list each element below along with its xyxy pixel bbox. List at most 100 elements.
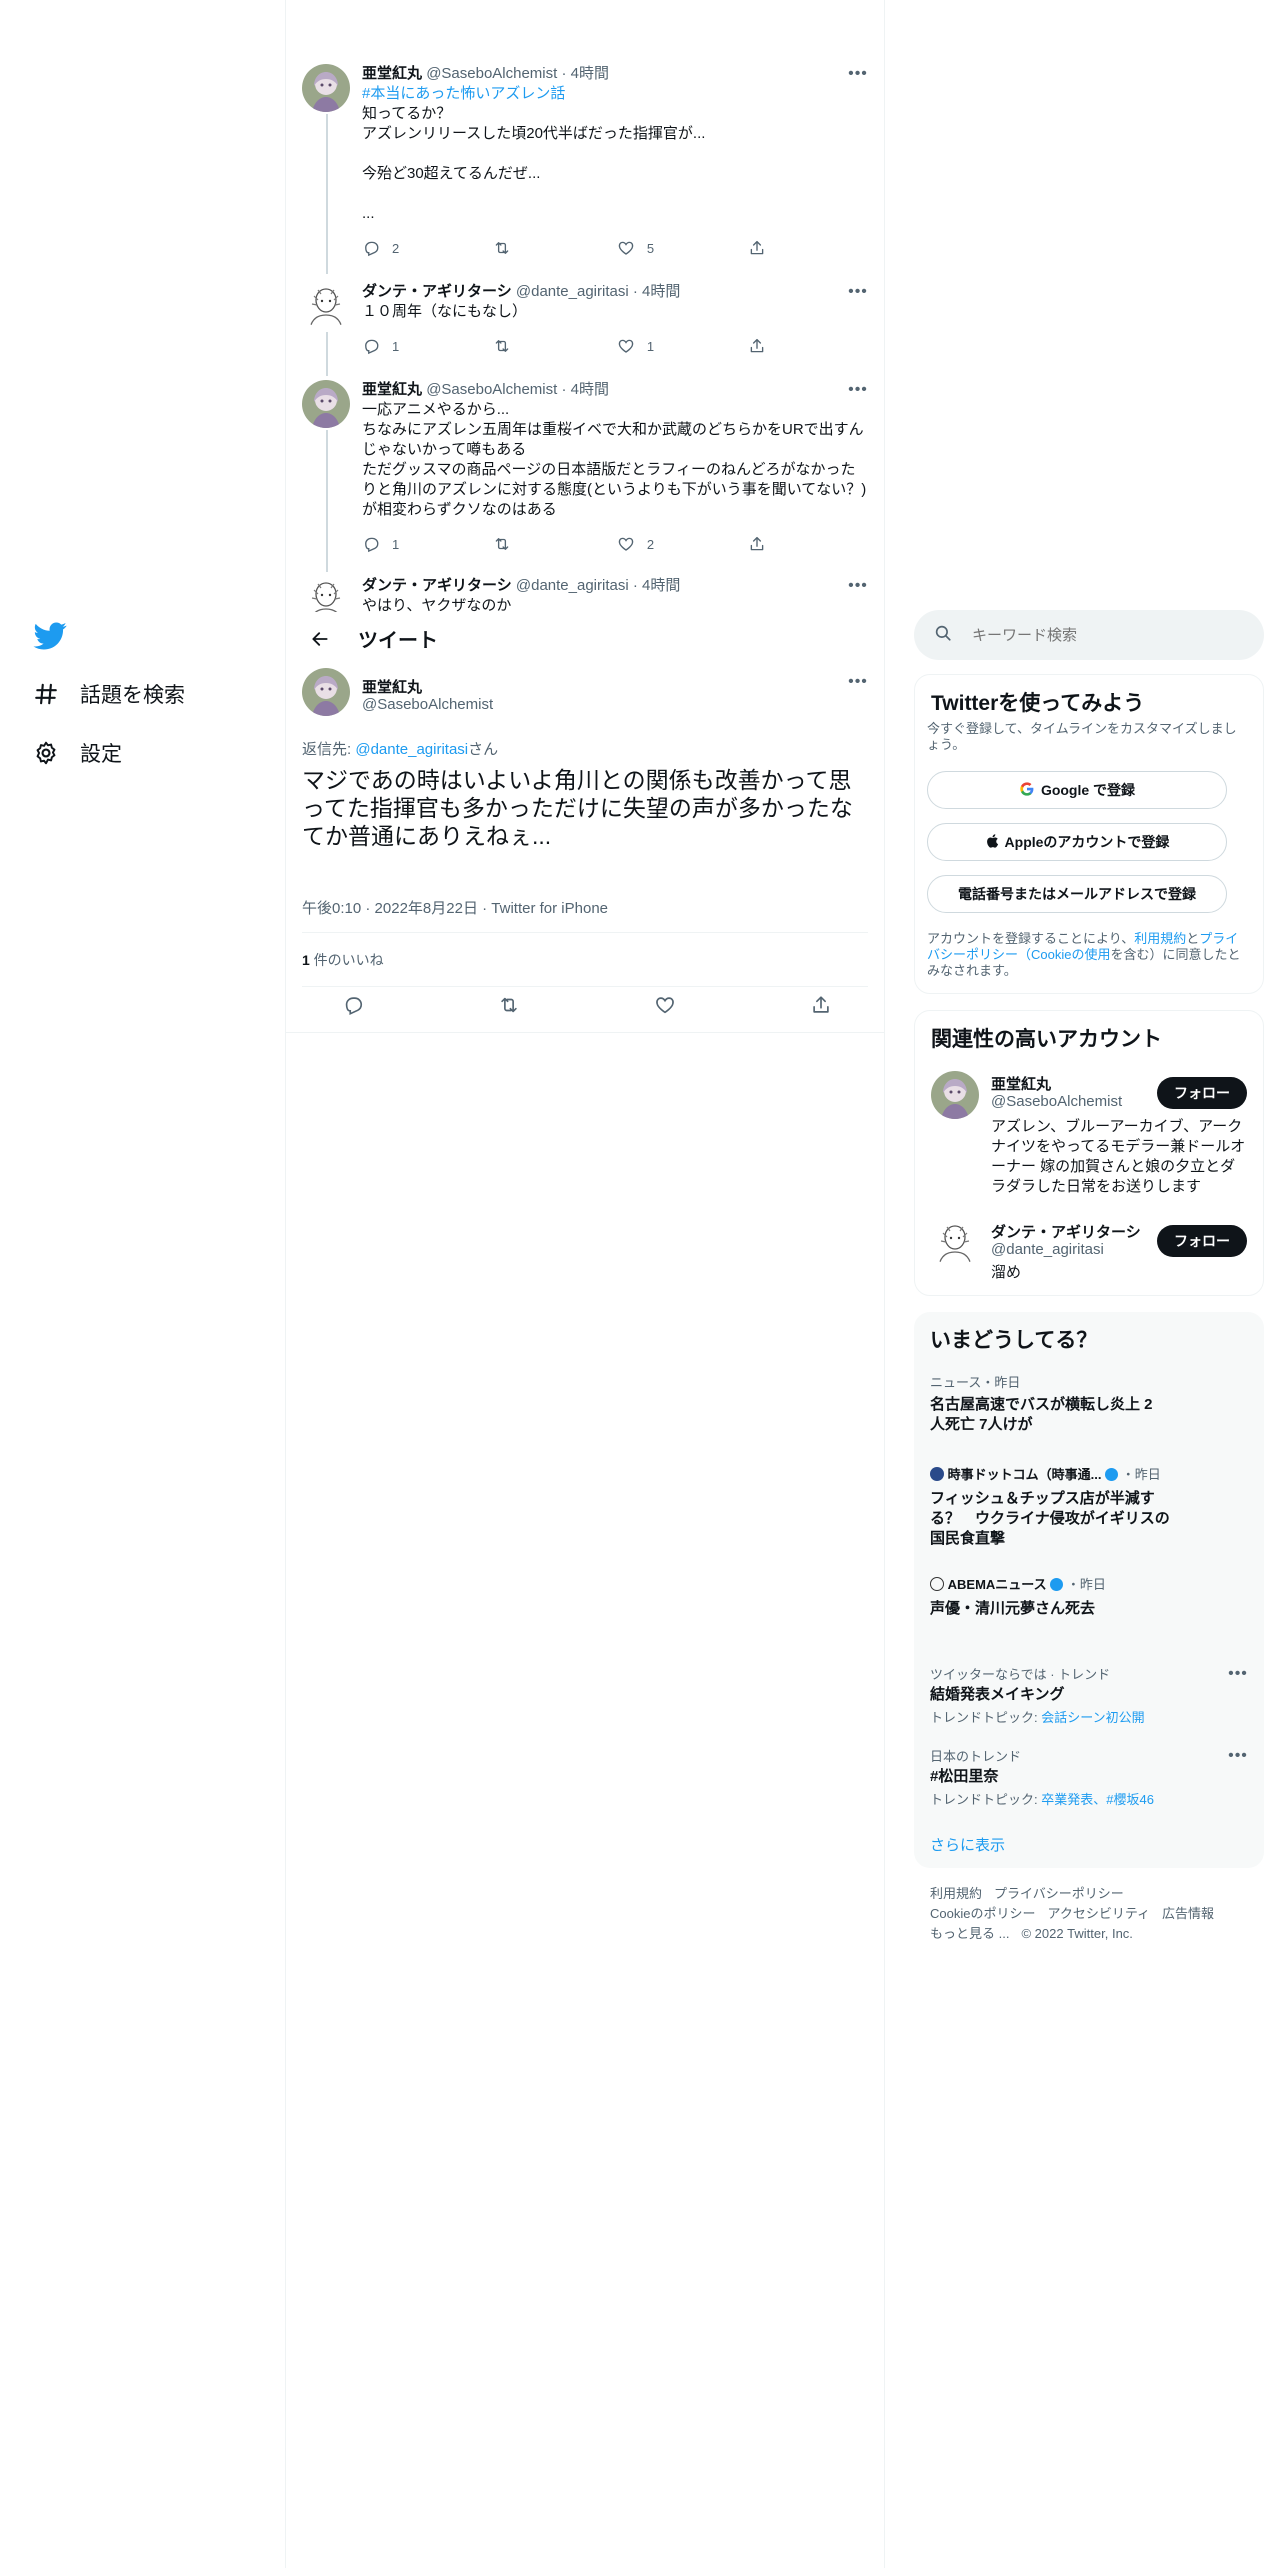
- tweet-hashtag[interactable]: #本当にあった怖いアズレン話: [362, 84, 868, 104]
- tweet-author-name[interactable]: 亜堂紅丸: [362, 381, 422, 398]
- show-more-link[interactable]: さらに表示: [930, 1834, 1005, 1855]
- tweet-author-name[interactable]: ダンテ・アギリターシ: [362, 577, 512, 594]
- phone-email-signup-button[interactable]: 電話番号またはメールアドレスで登録: [927, 875, 1227, 913]
- tweet-author-handle[interactable]: @SaseboAlchemist: [362, 696, 493, 713]
- more-icon[interactable]: •••: [848, 380, 868, 400]
- like-icon: [617, 337, 635, 355]
- avatar[interactable]: [931, 1071, 979, 1119]
- like-button[interactable]: 5: [617, 238, 654, 258]
- share-button[interactable]: [748, 238, 778, 258]
- retweet-button[interactable]: [493, 336, 523, 356]
- more-icon[interactable]: •••: [1228, 1746, 1248, 1766]
- avatar[interactable]: [302, 64, 350, 112]
- google-signup-label: Google で登録: [1040, 782, 1136, 798]
- account-handle[interactable]: @SaseboAlchemist: [991, 1093, 1122, 1110]
- trend-item[interactable]: ABEMAニュース ・昨日 声優・清川元夢さん死去: [930, 1574, 1230, 1619]
- avatar[interactable]: [302, 380, 350, 428]
- reply-button[interactable]: 2: [362, 238, 399, 258]
- account-name[interactable]: ダンテ・アギリターシ: [991, 1221, 1141, 1242]
- tweet-client[interactable]: Twitter for iPhone: [491, 900, 608, 917]
- avatar[interactable]: [302, 282, 350, 330]
- reply-count: 1: [392, 536, 400, 552]
- avatar[interactable]: [302, 668, 350, 716]
- reply-button[interactable]: [342, 994, 364, 1021]
- terms-text: と: [1186, 931, 1200, 946]
- retweet-icon: [498, 994, 520, 1016]
- more-icon[interactable]: •••: [848, 282, 868, 302]
- retweet-icon: [493, 535, 511, 553]
- share-button[interactable]: [748, 336, 778, 356]
- nav-explore[interactable]: 話題を検索: [32, 674, 185, 714]
- right-divider: [884, 0, 885, 2568]
- search-box[interactable]: [914, 610, 1264, 660]
- tweet-actions: 1 2: [362, 534, 778, 554]
- account-bio: 溜め: [991, 1264, 1022, 1281]
- trend-topic-link[interactable]: 卒業発表、#櫻坂46: [1041, 1792, 1154, 1807]
- trend-context: ツイッターならでは · トレンド: [930, 1667, 1111, 1682]
- tweet-time[interactable]: 午後0:10: [302, 900, 361, 917]
- tweet-time[interactable]: 4時間: [571, 65, 609, 82]
- reply-button[interactable]: 1: [362, 336, 399, 356]
- tweet-author-handle[interactable]: @dante_agiritasi: [516, 283, 629, 300]
- more-icon[interactable]: •••: [848, 576, 868, 596]
- apple-signup-button[interactable]: Appleのアカウントで登録: [927, 823, 1227, 861]
- share-icon: [748, 239, 766, 257]
- more-icon[interactable]: •••: [848, 672, 868, 692]
- retweet-button[interactable]: [493, 238, 523, 258]
- tweet-author-name[interactable]: 亜堂紅丸: [362, 65, 422, 82]
- search-input[interactable]: [970, 625, 1230, 645]
- like-button[interactable]: 2: [617, 534, 654, 554]
- like-icon: [617, 535, 635, 553]
- trend-topic-link[interactable]: 会話シーン初公開: [1041, 1710, 1144, 1725]
- tweet-author-handle[interactable]: @dante_agiritasi: [516, 577, 629, 594]
- trend-item[interactable]: ニュース・昨日 名古屋高速でバスが横転し炎上 2人死亡 7人けが: [930, 1372, 1160, 1435]
- avatar[interactable]: [302, 576, 350, 612]
- like-count: 1: [646, 338, 655, 354]
- verified-icon: [1105, 1468, 1119, 1481]
- retweet-button[interactable]: [498, 994, 520, 1021]
- account-handle[interactable]: @dante_agiritasi: [991, 1241, 1104, 1258]
- tweet-author-name[interactable]: ダンテ・アギリターシ: [362, 283, 512, 300]
- more-icon[interactable]: •••: [1228, 1664, 1248, 1684]
- follow-button[interactable]: フォロー: [1157, 1077, 1247, 1109]
- tweet-time[interactable]: 4時間: [642, 283, 680, 300]
- footer-link[interactable]: プライバシーポリシー: [994, 1886, 1124, 1901]
- trend-item[interactable]: 時事ドットコム（時事通... ・昨日 フィッシュ＆チップス店が半減する？ ウクラ…: [930, 1464, 1170, 1549]
- tweet-time[interactable]: 4時間: [571, 381, 609, 398]
- footer-link[interactable]: 利用規約: [930, 1886, 982, 1901]
- follow-button[interactable]: フォロー: [1157, 1225, 1247, 1257]
- footer-link[interactable]: もっと見る ...: [930, 1926, 1009, 1941]
- trend-title: 声優・清川元夢さん死去: [930, 1600, 1096, 1617]
- tweet-date[interactable]: 2022年8月22日: [375, 900, 478, 917]
- tweet-time[interactable]: 4時間: [642, 577, 680, 594]
- likes-summary[interactable]: 1 件のいいね: [302, 950, 384, 970]
- footer-link[interactable]: アクセシビリティ: [1047, 1906, 1150, 1921]
- tweet-author-handle[interactable]: @SaseboAlchemist: [426, 65, 557, 82]
- retweet-button[interactable]: [493, 534, 523, 554]
- reply-button[interactable]: 1: [362, 534, 399, 554]
- nav-settings[interactable]: 設定: [32, 733, 122, 773]
- footer-link[interactable]: 広告情報: [1162, 1906, 1214, 1921]
- like-count: 2: [646, 536, 655, 552]
- like-button[interactable]: 1: [617, 336, 654, 356]
- trend-title: 名古屋高速でバスが横転し炎上 2人死亡 7人けが: [930, 1396, 1153, 1433]
- reply-to-link[interactable]: @dante_agiritasi: [355, 741, 468, 758]
- avatar[interactable]: [931, 1219, 979, 1267]
- share-button[interactable]: [748, 534, 778, 554]
- back-arrow-icon[interactable]: [302, 621, 338, 657]
- like-count: 5: [646, 240, 655, 256]
- trend-item[interactable]: 日本のトレンド #松田里奈 トレンドトピック: 卒業発表、#櫻坂46 •••: [930, 1746, 1248, 1808]
- trend-item[interactable]: ツイッターならでは · トレンド 結婚発表メイキング トレンドトピック: 会話シ…: [930, 1664, 1248, 1726]
- tweet-text: やはり、ヤクザなのか: [362, 597, 512, 612]
- google-signup-button[interactable]: Google で登録: [927, 771, 1227, 809]
- tweet-author-handle[interactable]: @SaseboAlchemist: [426, 381, 557, 398]
- more-icon[interactable]: •••: [848, 64, 868, 84]
- tweet-author-name[interactable]: 亜堂紅丸: [362, 676, 422, 697]
- share-button[interactable]: [810, 994, 832, 1021]
- terms-link[interactable]: 利用規約: [1134, 931, 1186, 946]
- twitter-logo-icon[interactable]: [32, 618, 68, 654]
- footer-link[interactable]: Cookieのポリシー: [930, 1906, 1035, 1921]
- like-button[interactable]: [654, 994, 676, 1021]
- account-name[interactable]: 亜堂紅丸: [991, 1073, 1051, 1094]
- trend-title: フィッシュ＆チップス店が半減する？ ウクライナ侵攻がイギリスの国民食直撃: [930, 1490, 1170, 1547]
